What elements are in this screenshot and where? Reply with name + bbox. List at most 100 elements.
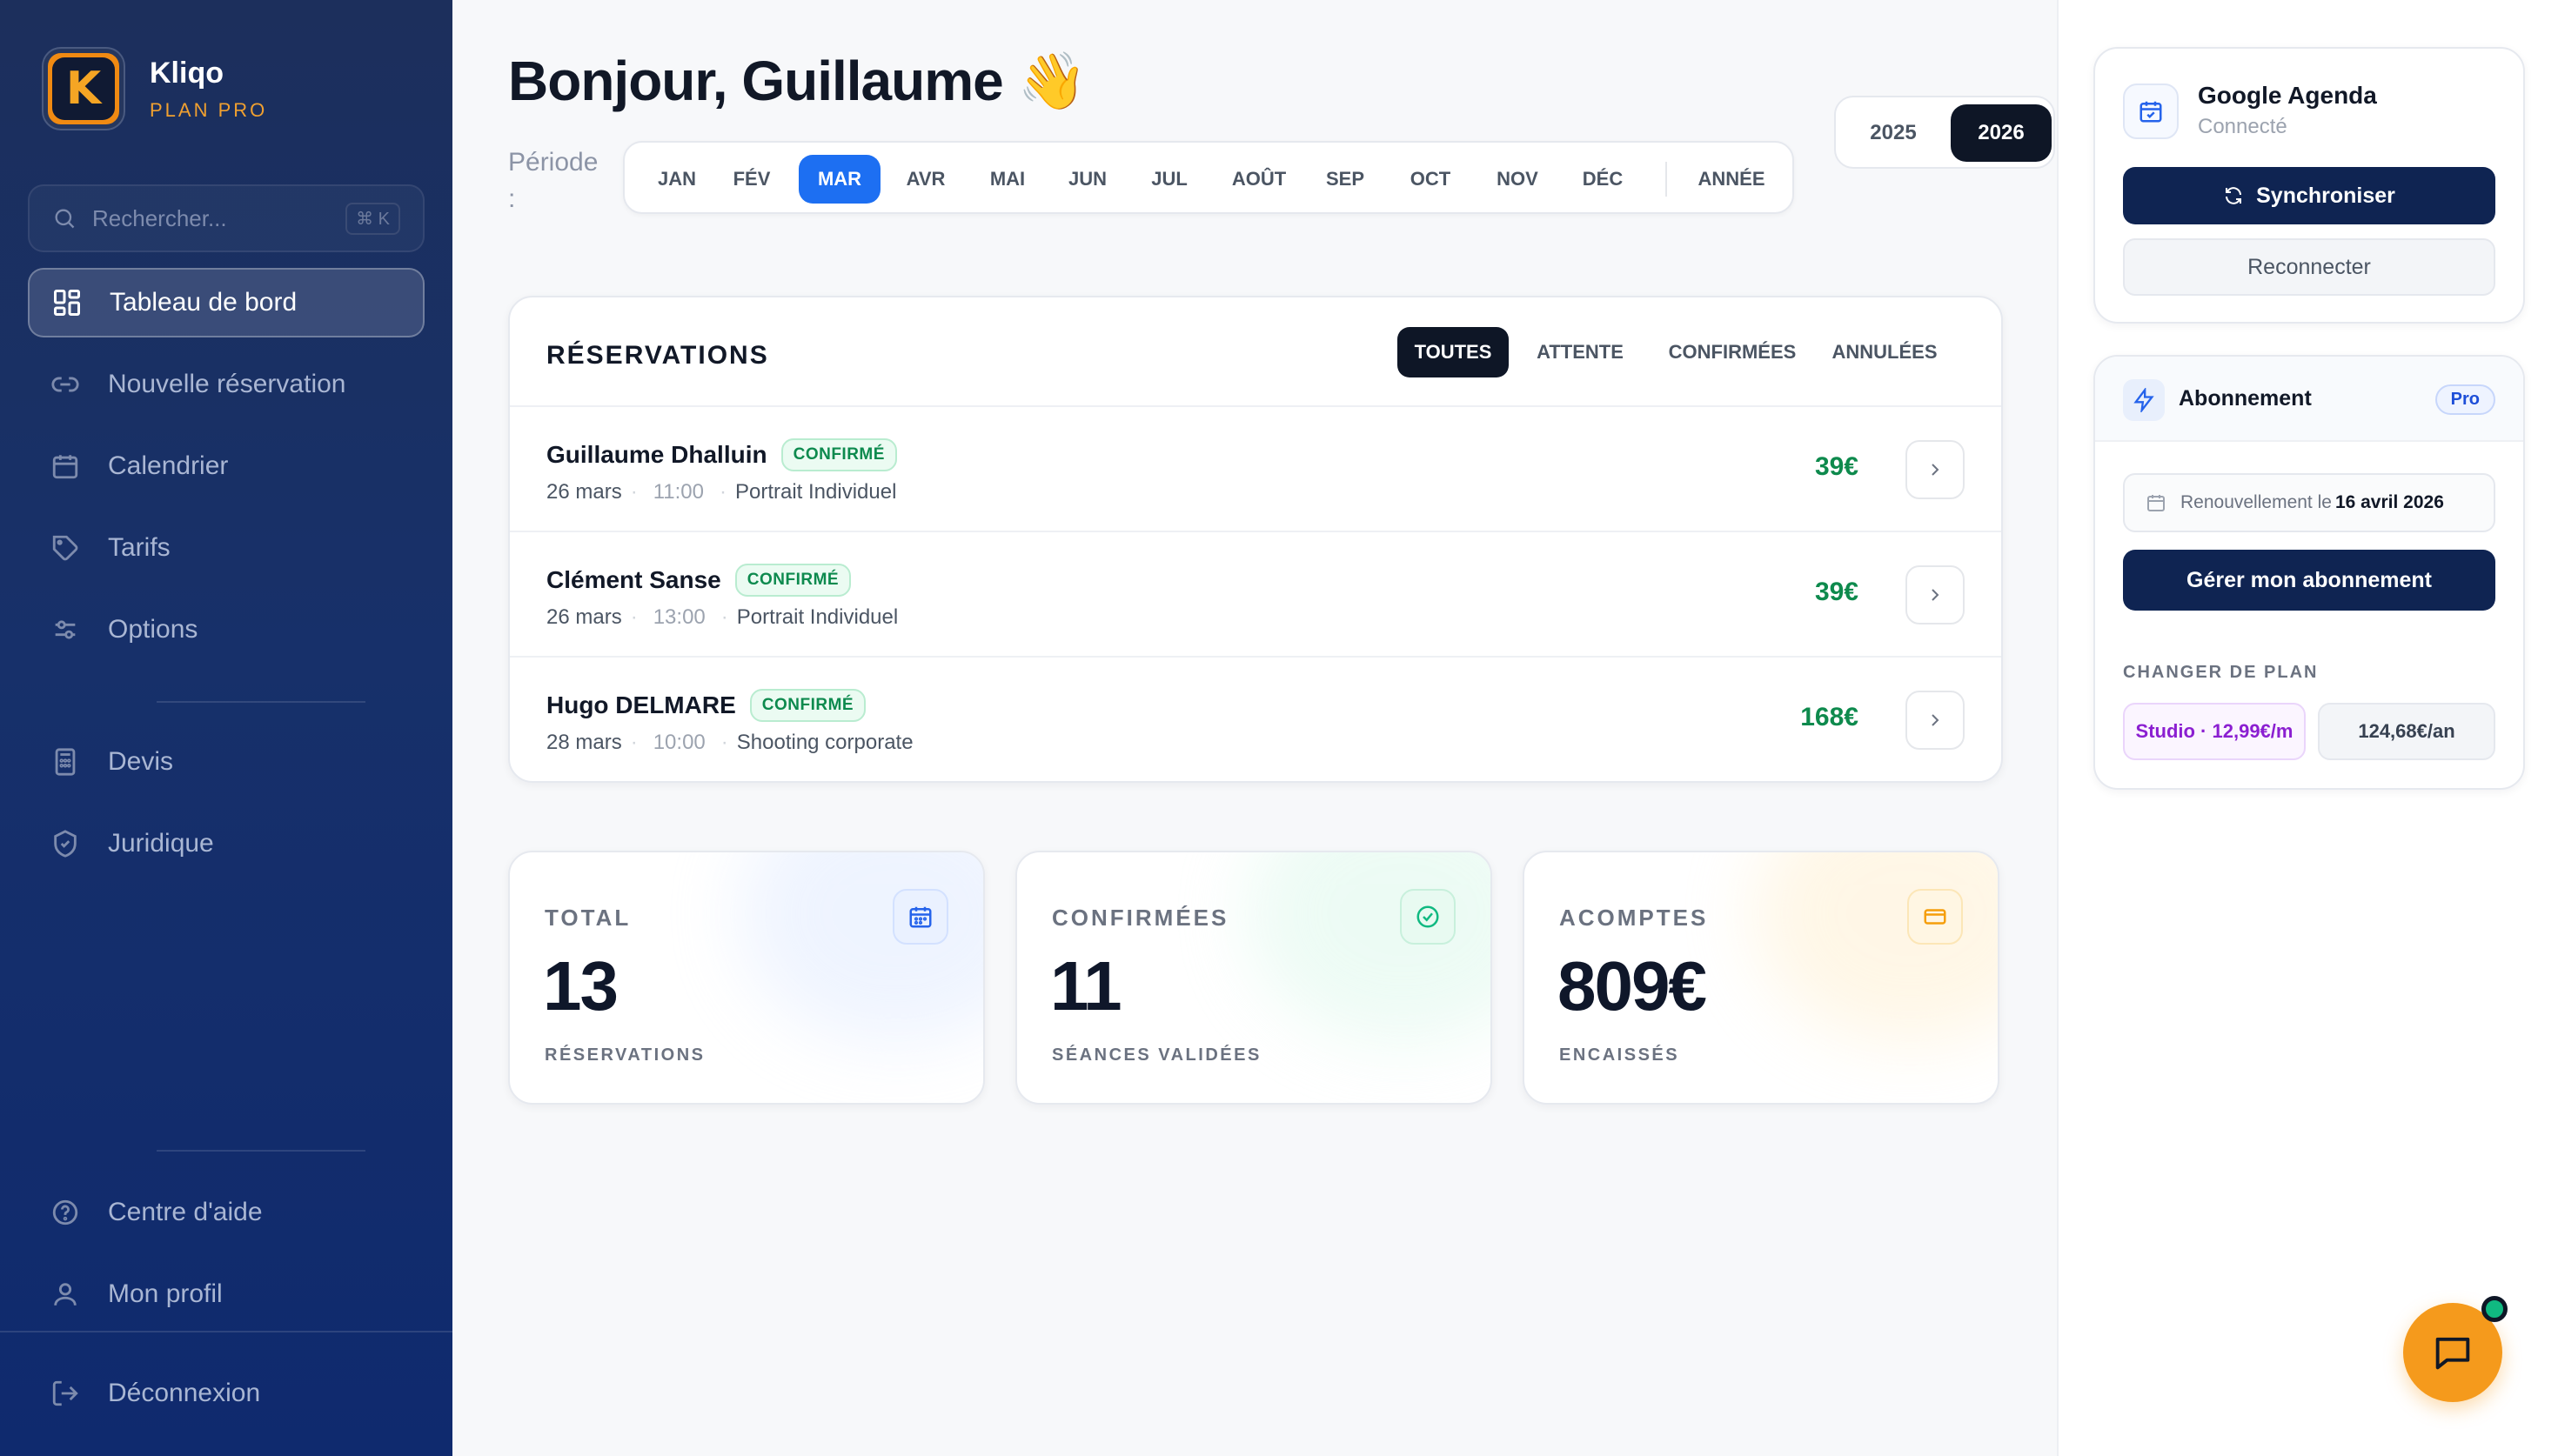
sidebar-item-calendar[interactable]: Calendrier (28, 431, 425, 501)
stat-card-total: TOTAL 13 RÉSERVATIONS (508, 851, 985, 1105)
stat-sublabel: ENCAISSÉS (1559, 1045, 1680, 1065)
sidebar-divider (157, 1150, 365, 1152)
calendar-icon (2147, 495, 2165, 511)
grid-icon (50, 286, 84, 319)
google-calendar-status: Connecté (2198, 115, 2287, 138)
plan-yearly-button[interactable]: 124,68€/an (2318, 703, 2495, 760)
filter-confirmed[interactable]: CONFIRMÉES (1660, 327, 1805, 377)
month-may[interactable]: MAI (976, 155, 1039, 204)
reservation-price: 39€ (1814, 578, 1858, 606)
sidebar-item-profile[interactable]: Mon profil (28, 1259, 425, 1329)
sidebar-item-legal[interactable]: Juridique (28, 809, 425, 878)
year-2025[interactable]: 2025 (1843, 104, 1944, 162)
wave-emoji: 👋 (1017, 50, 1088, 112)
open-reservation-button[interactable] (1905, 565, 1965, 624)
stat-card-confirmed: CONFIRMÉES 11 SÉANCES VALIDÉES (1015, 851, 1492, 1105)
filter-pending[interactable]: ATTENTE (1528, 327, 1632, 377)
sync-label: Synchroniser (2256, 183, 2395, 208)
month-divider (1665, 162, 1667, 197)
sidebar-item-label: Mon profil (108, 1279, 223, 1308)
status-badge: CONFIRMÉ (749, 689, 867, 722)
card-glow (1247, 852, 1490, 1044)
brand-logo-letter: K (52, 57, 115, 120)
right-panel: Google Agenda Connecté Synchroniser Reco… (2057, 0, 2558, 1456)
reservation-type: Portrait Individuel (734, 480, 897, 504)
sidebar-item-label: Déconnexion (108, 1379, 261, 1407)
renewal-date: 16 avril 2026 (2334, 492, 2444, 512)
plan-studio-button[interactable]: Studio · 12,99€/m (2123, 703, 2306, 760)
reconnect-button[interactable]: Reconnecter (2123, 238, 2495, 296)
year-2026[interactable]: 2026 (1951, 104, 2052, 162)
month-jun[interactable]: JUN (1056, 155, 1119, 204)
month-aug[interactable]: AOÛT (1220, 155, 1298, 204)
sidebar-item-new-booking[interactable]: Nouvelle réservation (28, 350, 425, 419)
month-jan[interactable]: JAN (646, 155, 708, 204)
chat-icon (2435, 1337, 2470, 1370)
month-sep[interactable]: SEP (1314, 155, 1376, 204)
month-apr[interactable]: AVR (894, 155, 957, 204)
month-nov[interactable]: NOV (1486, 155, 1549, 204)
separator-dot: · (719, 480, 727, 504)
sidebar-item-dashboard[interactable]: Tableau de bord (28, 268, 425, 337)
sidebar-item-label: Centre d'aide (108, 1198, 263, 1226)
stat-value: 13 (543, 947, 619, 1025)
sidebar-item-help[interactable]: Centre d'aide (28, 1178, 425, 1247)
sidebar-divider (0, 1331, 452, 1332)
calendar-icon (893, 889, 948, 945)
page-title: Bonjour, Guillaume 👋 (508, 49, 1088, 114)
sidebar-item-label: Tarifs (108, 533, 171, 562)
calculator-icon (49, 745, 82, 778)
stat-label: CONFIRMÉES (1052, 905, 1229, 931)
month-dec[interactable]: DÉC (1571, 155, 1634, 204)
sync-button[interactable]: Synchroniser (2123, 167, 2495, 224)
month-oct[interactable]: OCT (1399, 155, 1462, 204)
tag-icon (49, 531, 82, 564)
month-jul[interactable]: JUL (1138, 155, 1201, 204)
period-label: Période : (508, 148, 599, 213)
sidebar-item-logout[interactable]: Déconnexion (28, 1359, 425, 1428)
client-name: Clément Sanse (546, 566, 721, 593)
filter-cancelled[interactable]: ANNULÉES (1824, 327, 1945, 377)
logout-icon (49, 1377, 82, 1410)
sidebar-divider (157, 701, 365, 703)
month-mar[interactable]: MAR (799, 155, 881, 204)
reservation-row[interactable]: Hugo DELMARE CONFIRMÉ 28 mars · 10:00 · … (510, 656, 2001, 781)
sidebar-item-label: Options (108, 615, 198, 644)
reservations-card: RÉSERVATIONS TOUTES ATTENTE CONFIRMÉES A… (508, 296, 2003, 783)
calendar-icon (49, 450, 82, 483)
separator-dot: · (630, 480, 638, 504)
sidebar-item-label: Tableau de bord (110, 288, 298, 317)
search-placeholder: Rechercher... (92, 204, 227, 231)
card-glow (1754, 852, 1998, 1044)
reservation-row[interactable]: Guillaume Dhalluin CONFIRMÉ 26 mars · 11… (510, 405, 2001, 531)
search-shortcut: ⌘ K (345, 202, 400, 235)
sidebar-item-options[interactable]: Options (28, 595, 425, 665)
search-input[interactable]: Rechercher... ⌘ K (28, 184, 425, 252)
month-feb[interactable]: FÉV (720, 155, 783, 204)
reservation-price: 39€ (1814, 452, 1858, 481)
open-reservation-button[interactable] (1905, 691, 1965, 750)
brand[interactable]: K Kliqo PLAN PRO (44, 49, 267, 129)
chevron-right-icon (1932, 464, 1939, 476)
google-calendar-card: Google Agenda Connecté Synchroniser Reco… (2093, 47, 2525, 324)
separator-dot: · (630, 605, 638, 629)
card-glow (740, 852, 983, 1044)
calendar-check-icon (2123, 83, 2179, 139)
manage-subscription-button[interactable]: Gérer mon abonnement (2123, 550, 2495, 611)
stat-card-deposits: ACOMPTES 809€ ENCAISSÉS (1523, 851, 1999, 1105)
greeting-text: Bonjour, Guillaume (508, 50, 1004, 112)
renewal-info: Renouvellement le 16 avril 2026 (2123, 473, 2495, 532)
sidebar-item-pricing[interactable]: Tarifs (28, 513, 425, 583)
sidebar: K Kliqo PLAN PRO Rechercher... ⌘ K Table… (0, 0, 452, 1456)
month-year-toggle[interactable]: ANNÉE (1688, 155, 1775, 204)
open-reservation-button[interactable] (1905, 440, 1965, 499)
sidebar-item-quotes[interactable]: Devis (28, 727, 425, 797)
brand-name: Kliqo (150, 56, 224, 90)
user-icon (49, 1278, 82, 1311)
stat-label: TOTAL (545, 905, 632, 931)
sliders-icon (49, 613, 82, 646)
reservation-row[interactable]: Clément Sanse CONFIRMÉ 26 mars · 13:00 ·… (510, 531, 2001, 656)
filter-all[interactable]: TOUTES (1397, 327, 1509, 377)
sidebar-item-label: Nouvelle réservation (108, 370, 346, 398)
reservation-time: 11:00 (653, 480, 704, 504)
